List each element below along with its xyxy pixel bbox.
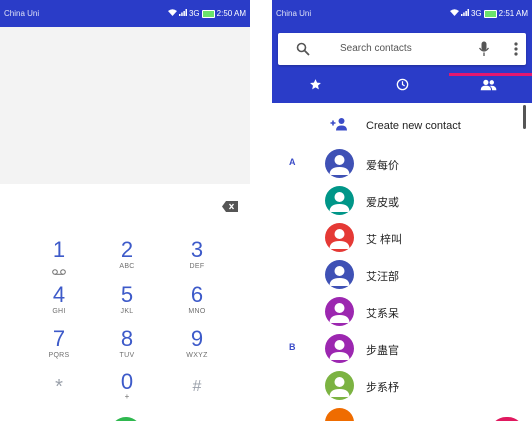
key-star[interactable]: *: [24, 370, 94, 414]
key-1[interactable]: 1: [24, 238, 94, 282]
tab-recents[interactable]: [359, 71, 446, 103]
create-new-contact-label: Create new contact: [366, 120, 461, 132]
avatar: [325, 297, 354, 326]
avatar: [325, 186, 354, 215]
voicemail-icon: [24, 262, 94, 275]
network-type: 3G: [188, 9, 200, 18]
dialpad: 1 2 ABC 3 DEF 4 GHI 5 JKL 6 MNO 7 PQRS 8…: [0, 226, 250, 421]
avatar: [325, 260, 354, 289]
clock-icon: [396, 78, 409, 96]
tab-favorites[interactable]: [272, 71, 359, 103]
search-bar[interactable]: Search contacts: [278, 33, 526, 65]
dialer-display-area: [0, 27, 250, 185]
mic-icon[interactable]: [478, 41, 490, 57]
contacts-screen: China Uni 3G 2:51 AM Search contacts Cre…: [272, 0, 532, 421]
signal-icon: [460, 9, 469, 18]
dialer-screen: China Uni 3G 2:50 AM 1 2 ABC 3 DEF 4 GHI…: [0, 0, 250, 421]
key-6[interactable]: 6 MNO: [162, 283, 232, 327]
status-bar: China Uni 3G 2:50 AM: [0, 0, 250, 27]
wifi-icon: [449, 9, 459, 18]
active-tab-indicator: [449, 73, 532, 76]
search-icon[interactable]: [296, 42, 310, 56]
signal-icon: [178, 9, 187, 18]
section-header: B: [289, 342, 296, 352]
more-options-icon[interactable]: [514, 41, 518, 57]
avatar: [325, 223, 354, 252]
network-type: 3G: [470, 9, 482, 18]
key-5[interactable]: 5 JKL: [92, 283, 162, 327]
key-0[interactable]: 0 +: [92, 370, 162, 414]
contact-row[interactable]: 步系杼: [272, 367, 532, 404]
contact-name: 步系杼: [366, 382, 399, 394]
avatar: [325, 371, 354, 400]
contact-row[interactable]: 艾 梓叫: [272, 219, 532, 256]
backspace-icon[interactable]: [222, 199, 238, 212]
scrollbar[interactable]: [523, 105, 526, 129]
key-8[interactable]: 8 TUV: [92, 327, 162, 371]
avatar: [325, 334, 354, 363]
status-time: 2:50 AM: [216, 9, 246, 18]
carrier-name: China Uni: [4, 9, 40, 18]
contact-name: 步蛊官: [366, 345, 399, 357]
key-2[interactable]: 2 ABC: [92, 238, 162, 282]
wifi-icon: [167, 9, 177, 18]
contact-row[interactable]: 爱皮或: [272, 182, 532, 219]
screen-divider: [250, 0, 272, 421]
battery-icon: [201, 9, 215, 18]
search-input[interactable]: Search contacts: [340, 43, 412, 54]
contact-name: 爱每价: [366, 160, 399, 172]
key-3[interactable]: 3 DEF: [162, 238, 232, 282]
key-4[interactable]: 4 GHI: [24, 283, 94, 327]
star-icon: [309, 78, 322, 96]
status-time: 2:51 AM: [498, 9, 528, 18]
contact-row[interactable]: 艾系呆: [272, 293, 532, 330]
contact-name: 艾 梓叫: [366, 234, 403, 246]
contact-name: 艾系呆: [366, 308, 399, 320]
contact-row[interactable]: B 步蛊官: [272, 330, 532, 367]
create-new-contact-button[interactable]: Create new contact: [272, 111, 532, 143]
contact-row[interactable]: 艾汪部: [272, 256, 532, 293]
key-hash[interactable]: #: [162, 370, 232, 414]
add-person-icon: [330, 117, 348, 131]
battery-icon: [483, 9, 497, 18]
section-header: A: [289, 157, 296, 167]
carrier-name: China Uni: [276, 9, 312, 18]
contact-name: 爱皮或: [366, 197, 399, 209]
key-7[interactable]: 7 PQRS: [24, 327, 94, 371]
people-icon: [480, 78, 497, 96]
status-bar: China Uni 3G 2:51 AM: [272, 0, 532, 27]
contact-name: 艾汪部: [366, 271, 399, 283]
app-bar: Search contacts: [272, 27, 532, 103]
dial-number-input[interactable]: [0, 184, 250, 227]
avatar: [325, 408, 354, 421]
contact-row[interactable]: [272, 404, 532, 421]
avatar: [325, 149, 354, 178]
key-9[interactable]: 9 WXYZ: [162, 327, 232, 371]
contact-row[interactable]: A 爱每价: [272, 145, 532, 182]
contact-list[interactable]: Create new contact A 爱每价 爱皮或 艾 梓叫 艾汪部 艾系…: [272, 103, 532, 421]
